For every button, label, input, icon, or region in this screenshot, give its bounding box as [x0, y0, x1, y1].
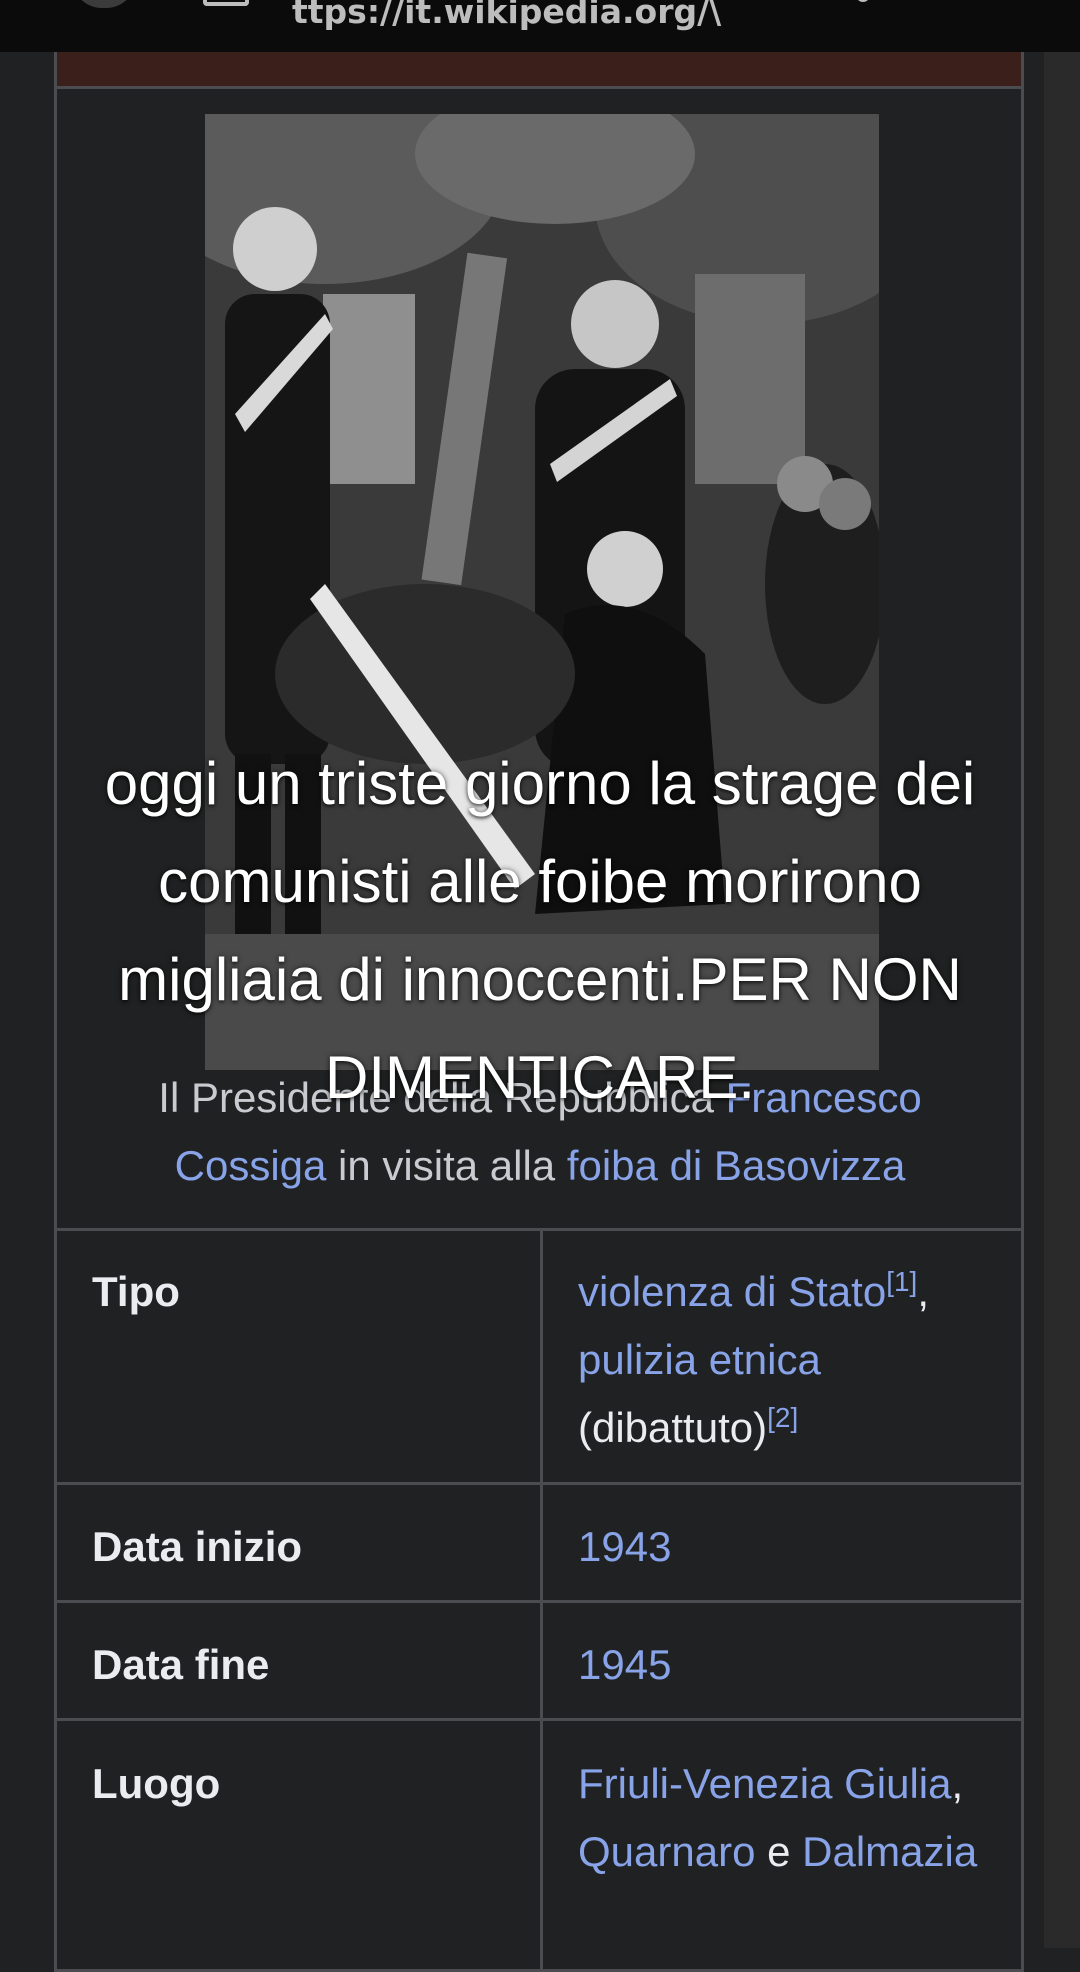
row-value-tipo: violenza di Stato[1], pulizia etnica (di… [578, 1258, 998, 1462]
row-value-data-inizio: 1943 [578, 1513, 998, 1581]
page-edge [1044, 52, 1080, 1948]
menu-icon[interactable] [856, 0, 870, 2]
caption-link-basovizza[interactable]: foiba di Basovizza [567, 1142, 906, 1189]
row-value-luogo: Friuli-Venezia Giulia, Quarnaro e Dalmaz… [578, 1750, 998, 1886]
caption-text-middle: in visita alla [326, 1142, 567, 1189]
row-divider [57, 1718, 1021, 1721]
ref-1[interactable]: [1] [886, 1266, 917, 1297]
link-quarnaro[interactable]: Quarnaro [578, 1828, 755, 1875]
link-pulizia-etnica[interactable]: pulizia etnica [578, 1336, 821, 1383]
table-divider [57, 1228, 1021, 1231]
address-bar[interactable]: ttps://it.wikipedia.org/\ [292, 0, 770, 32]
row-label-data-inizio: Data inizio [92, 1523, 303, 1570]
video-overlay-text: oggi un triste giorno la strage dei comu… [104, 750, 976, 1111]
link-violenza-di-stato[interactable]: violenza di Stato [578, 1268, 886, 1315]
row-value-data-fine: 1945 [578, 1631, 998, 1699]
link-dalmazia[interactable]: Dalmazia [802, 1828, 977, 1875]
link-1945[interactable]: 1945 [578, 1641, 671, 1688]
link-friuli-venezia-giulia[interactable]: Friuli-Venezia Giulia [578, 1760, 952, 1807]
home-icon[interactable] [72, 0, 136, 8]
value-note: (dibattuto) [578, 1404, 768, 1451]
link-1943[interactable]: 1943 [578, 1523, 671, 1570]
infobox-header [57, 52, 1021, 89]
separator: , [951, 1760, 964, 1807]
conjunction: e [755, 1828, 803, 1875]
row-divider [57, 1482, 1021, 1485]
browser-toolbar: ttps://it.wikipedia.org/\ [0, 0, 1080, 52]
tabs-icon[interactable] [203, 0, 249, 6]
row-label-tipo: Tipo [92, 1268, 180, 1315]
row-label-data-fine: Data fine [92, 1641, 270, 1688]
row-divider [57, 1600, 1021, 1603]
row-label-luogo: Luogo [92, 1760, 221, 1807]
separator: , [917, 1268, 930, 1315]
ref-2[interactable]: [2] [767, 1402, 798, 1433]
